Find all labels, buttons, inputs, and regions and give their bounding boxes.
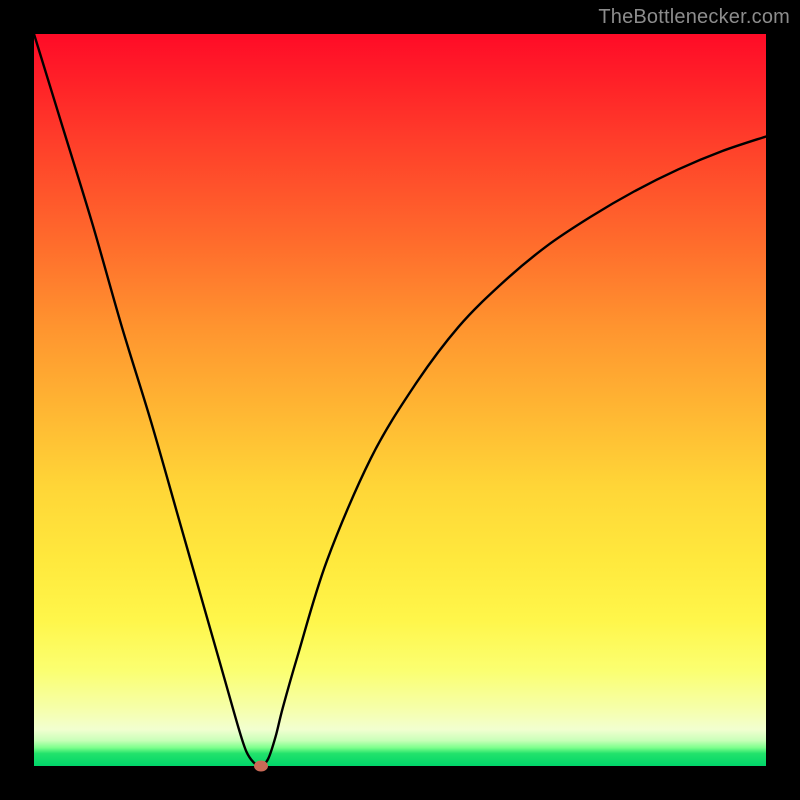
plot-area (34, 34, 766, 766)
bottleneck-curve (34, 34, 766, 766)
chart-svg (34, 34, 766, 766)
chart-frame: TheBottlenecker.com (0, 0, 800, 800)
watermark-text: TheBottlenecker.com (598, 6, 790, 29)
optimum-marker (254, 761, 268, 772)
